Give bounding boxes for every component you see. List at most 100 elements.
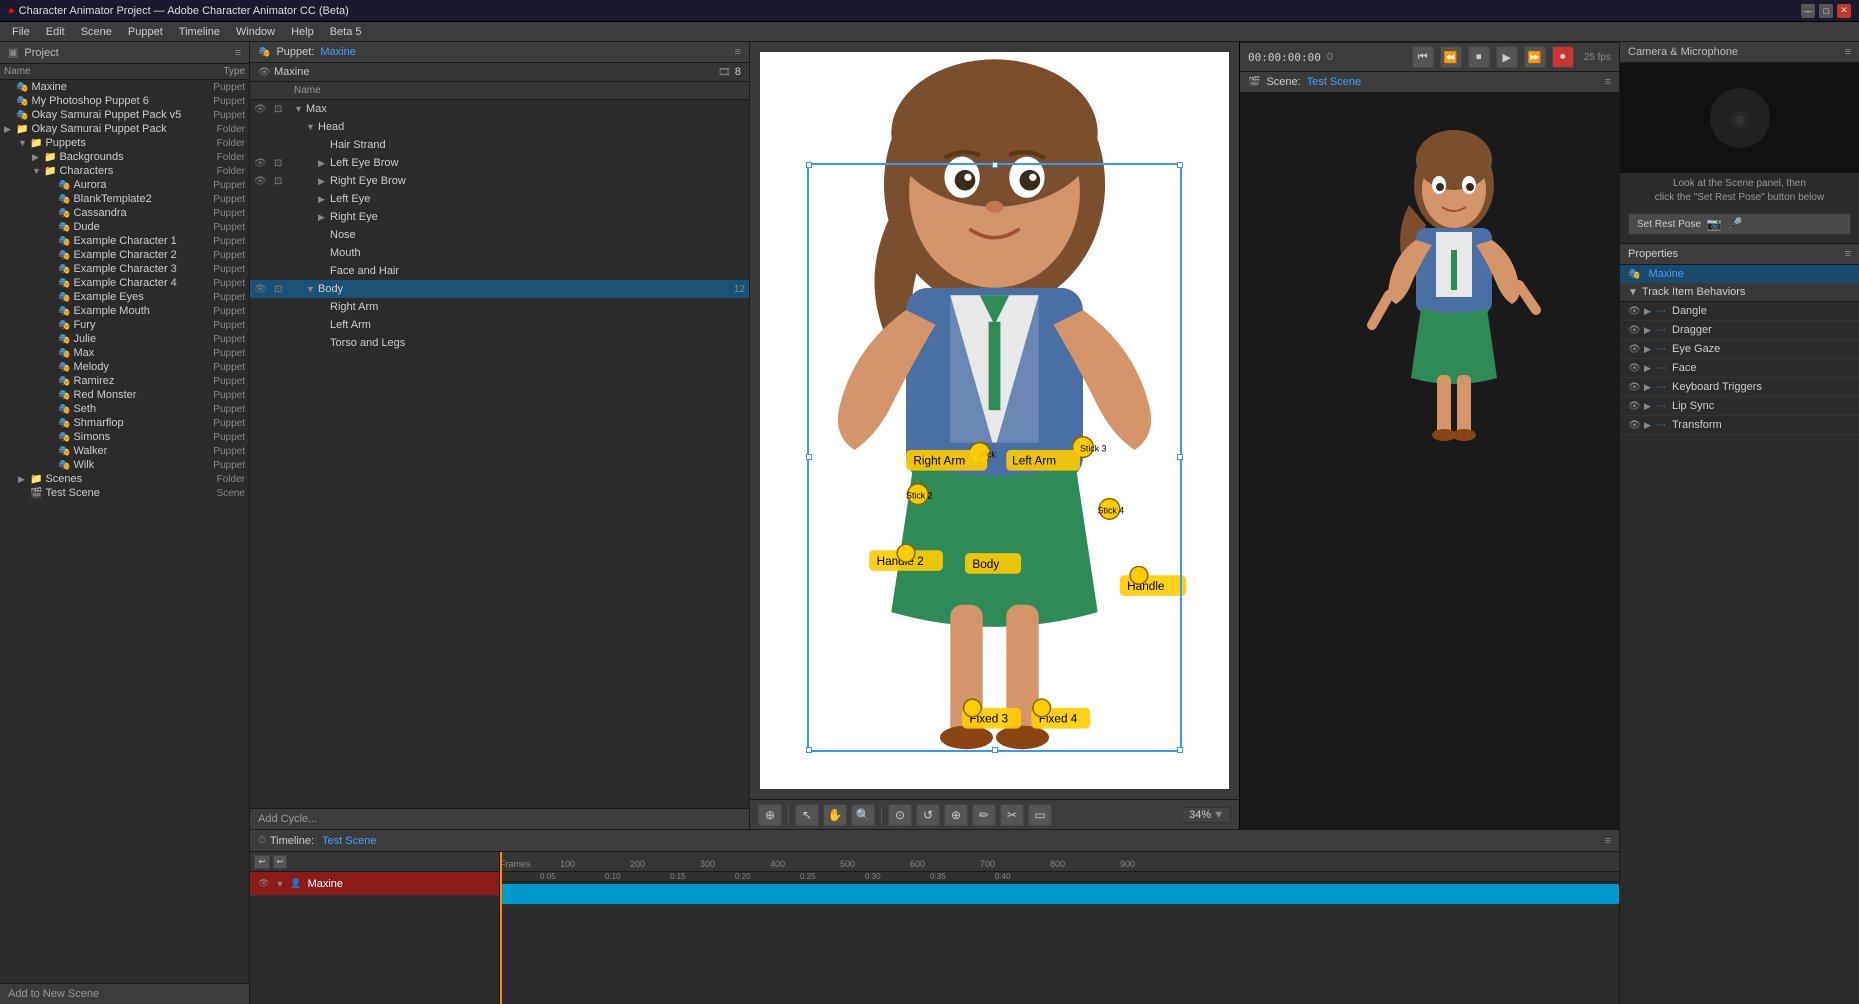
project-tree-item-19[interactable]: 🎭MaxPuppet bbox=[0, 346, 249, 360]
record-btn[interactable]: ⊙ bbox=[888, 804, 912, 826]
project-tree-item-0[interactable]: 🎭MaxinePuppet bbox=[0, 80, 249, 94]
menu-edit[interactable]: Edit bbox=[38, 26, 73, 38]
pt-vis-4[interactable]: 👁 bbox=[254, 176, 274, 187]
puppet-tree-item-9[interactable]: Face and Hair bbox=[250, 262, 749, 280]
transform-expand[interactable]: ▶ bbox=[1644, 420, 1656, 431]
puppet-tree-item-12[interactable]: Left Arm bbox=[250, 316, 749, 334]
project-tree-item-24[interactable]: 🎭ShmarflopPuppet bbox=[0, 416, 249, 430]
rect-btn[interactable]: ▭ bbox=[1028, 804, 1052, 826]
project-tree-item-9[interactable]: 🎭CassandraPuppet bbox=[0, 206, 249, 220]
add-to-scene-button[interactable]: Add to New Scene bbox=[0, 983, 249, 1004]
lip-sync-expand[interactable]: ▶ bbox=[1644, 401, 1656, 412]
project-tree-item-5[interactable]: ▶📁BackgroundsFolder bbox=[0, 150, 249, 164]
select-tool-btn[interactable]: ↖ bbox=[795, 804, 819, 826]
pt-mode-10[interactable]: ⊡ bbox=[274, 284, 294, 295]
puppet-mode-btn[interactable]: ⊕ bbox=[758, 804, 782, 826]
camera-menu-icon[interactable]: ≡ bbox=[1845, 46, 1851, 58]
kb-triggers-expand[interactable]: ▶ bbox=[1644, 382, 1656, 393]
project-tree-item-10[interactable]: 🎭DudePuppet bbox=[0, 220, 249, 234]
behavior-lip-sync[interactable]: 👁 ▶ ⋯ Lip Sync bbox=[1620, 397, 1859, 416]
project-tree-item-12[interactable]: 🎭Example Character 2Puppet bbox=[0, 248, 249, 262]
puppet-tree-item-3[interactable]: 👁⊡▶Left Eye Brow bbox=[250, 154, 749, 172]
go-start-btn[interactable]: ⏮ bbox=[1412, 46, 1434, 68]
playhead[interactable] bbox=[500, 852, 502, 1004]
pencil-btn[interactable]: ✏ bbox=[972, 804, 996, 826]
puppet-tree-item-13[interactable]: Torso and Legs bbox=[250, 334, 749, 352]
play-btn[interactable]: ▶ bbox=[1496, 46, 1518, 68]
puppet-tree-item-4[interactable]: 👁⊡▶Right Eye Brow bbox=[250, 172, 749, 190]
pt-arrow-5[interactable]: ▶ bbox=[318, 194, 330, 205]
menu-help[interactable]: Help bbox=[283, 26, 322, 38]
maxine-clip[interactable] bbox=[500, 884, 1619, 904]
record-btn2[interactable]: ⏺ bbox=[1552, 46, 1574, 68]
puppet-tree-item-6[interactable]: ▶Right Eye bbox=[250, 208, 749, 226]
track-expand-icon[interactable]: ▼ bbox=[275, 879, 284, 889]
properties-menu-icon[interactable]: ≡ bbox=[1845, 248, 1851, 260]
project-tree-item-3[interactable]: ▶📁Okay Samurai Puppet PackFolder bbox=[0, 122, 249, 136]
puppet-tree-item-8[interactable]: Mouth bbox=[250, 244, 749, 262]
project-tree-item-16[interactable]: 🎭Example MouthPuppet bbox=[0, 304, 249, 318]
project-menu-icon[interactable]: ≡ bbox=[235, 47, 241, 59]
puppet-tree-item-2[interactable]: Hair Strand bbox=[250, 136, 749, 154]
puppet-panel-menu-icon[interactable]: ≡ bbox=[735, 46, 741, 58]
project-tree-item-11[interactable]: 🎭Example Character 1Puppet bbox=[0, 234, 249, 248]
close-button[interactable]: ✕ bbox=[1837, 4, 1851, 18]
project-tree-item-6[interactable]: ▼📁CharactersFolder bbox=[0, 164, 249, 178]
pt-mode-4[interactable]: ⊡ bbox=[274, 176, 294, 187]
timeline-track-content[interactable] bbox=[500, 882, 1619, 906]
behavior-face[interactable]: 👁 ▶ ⋯ Face bbox=[1620, 359, 1859, 378]
pt-arrow-6[interactable]: ▶ bbox=[318, 212, 330, 223]
project-tree-item-2[interactable]: 🎭Okay Samurai Puppet Pack v5Puppet bbox=[0, 108, 249, 122]
puppet-tree-item-10[interactable]: 👁⊡▼Body12 bbox=[250, 280, 749, 298]
menu-window[interactable]: Window bbox=[228, 26, 283, 38]
face-vis[interactable]: 👁 bbox=[1628, 363, 1644, 374]
lip-sync-vis[interactable]: 👁 bbox=[1628, 401, 1644, 412]
dangle-expand[interactable]: ▶ bbox=[1644, 306, 1656, 317]
puppet-tree-item-1[interactable]: ▼Head bbox=[250, 118, 749, 136]
forward-btn[interactable]: ⏩ bbox=[1524, 46, 1546, 68]
menu-puppet[interactable]: Puppet bbox=[120, 26, 171, 38]
timeline-menu-icon[interactable]: ≡ bbox=[1605, 835, 1611, 847]
dragger-vis[interactable]: 👁 bbox=[1628, 325, 1644, 336]
project-tree-item-14[interactable]: 🎭Example Character 4Puppet bbox=[0, 276, 249, 290]
pt-vis-10[interactable]: 👁 bbox=[254, 284, 274, 295]
scene-menu-icon[interactable]: ≡ bbox=[1605, 76, 1611, 88]
behavior-transform[interactable]: 👁 ▶ ⋯ Transform bbox=[1620, 416, 1859, 435]
project-tree-item-13[interactable]: 🎭Example Character 3Puppet bbox=[0, 262, 249, 276]
behavior-keyboard-triggers[interactable]: 👁 ▶ ⋯ Keyboard Triggers bbox=[1620, 378, 1859, 397]
behaviors-collapse[interactable]: ▼ bbox=[1628, 287, 1638, 298]
rewind-btn[interactable]: ⏪ bbox=[1440, 46, 1462, 68]
rotate-btn[interactable]: ↺ bbox=[916, 804, 940, 826]
project-tree-item-22[interactable]: 🎭Red MonsterPuppet bbox=[0, 388, 249, 402]
menu-beta[interactable]: Beta 5 bbox=[322, 26, 370, 38]
project-tree-item-21[interactable]: 🎭RamirezPuppet bbox=[0, 374, 249, 388]
zoom-tool-btn[interactable]: 🔍 bbox=[851, 804, 875, 826]
pt-arrow-0[interactable]: ▼ bbox=[294, 104, 306, 114]
pt-arrow-10[interactable]: ▼ bbox=[306, 284, 318, 294]
puppet-tree-item-5[interactable]: ▶Left Eye bbox=[250, 190, 749, 208]
add-cycle-button[interactable]: Add Cycle... bbox=[250, 808, 749, 829]
project-tree-item-7[interactable]: 🎭AuroraPuppet bbox=[0, 178, 249, 192]
behavior-dragger[interactable]: 👁 ▶ ⋯ Dragger bbox=[1620, 321, 1859, 340]
minimize-button[interactable]: — bbox=[1801, 4, 1815, 18]
eye-gaze-vis[interactable]: 👁 bbox=[1628, 344, 1644, 355]
project-tree-item-27[interactable]: 🎭WilkPuppet bbox=[0, 458, 249, 472]
pt-arrow-1[interactable]: ▼ bbox=[306, 122, 318, 132]
pt-vis-0[interactable]: 👁 bbox=[254, 104, 274, 115]
project-tree-item-4[interactable]: ▼📁PuppetsFolder bbox=[0, 136, 249, 150]
project-tree-item-23[interactable]: 🎭SethPuppet bbox=[0, 402, 249, 416]
behavior-dangle[interactable]: 👁 ▶ ⋯ Dangle bbox=[1620, 302, 1859, 321]
behavior-eye-gaze[interactable]: 👁 ▶ ⋯ Eye Gaze bbox=[1620, 340, 1859, 359]
project-tree-item-15[interactable]: 🎭Example EyesPuppet bbox=[0, 290, 249, 304]
kb-triggers-vis[interactable]: 👁 bbox=[1628, 382, 1644, 393]
project-tree-item-28[interactable]: ▶📁ScenesFolder bbox=[0, 472, 249, 486]
pt-mode-3[interactable]: ⊡ bbox=[274, 158, 294, 169]
selected-puppet-row[interactable]: 🎭 Maxine bbox=[1620, 265, 1859, 283]
track-vis-icon[interactable]: 👁 bbox=[258, 878, 269, 889]
menu-timeline[interactable]: Timeline bbox=[171, 26, 228, 38]
project-tree-item-18[interactable]: 🎭JuliePuppet bbox=[0, 332, 249, 346]
project-tree-item-29[interactable]: 🎬Test SceneScene bbox=[0, 486, 249, 500]
pt-arrow-4[interactable]: ▶ bbox=[318, 176, 330, 187]
maximize-button[interactable]: □ bbox=[1819, 4, 1833, 18]
handle-btn[interactable]: ⊕ bbox=[944, 804, 968, 826]
